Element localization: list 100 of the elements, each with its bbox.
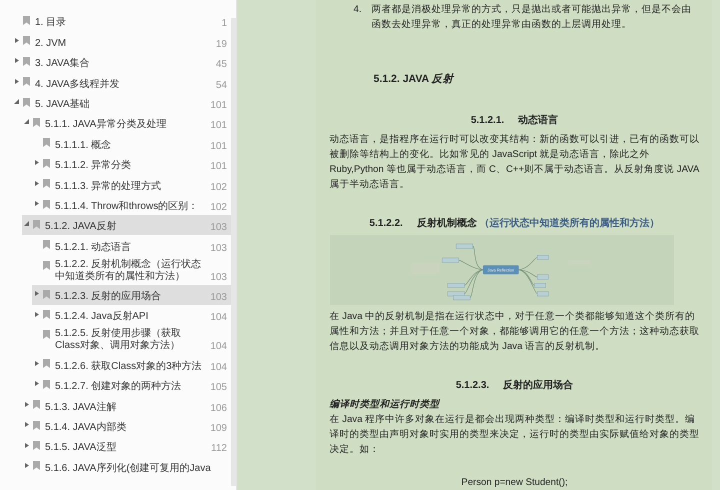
heading-title: 反射的应用场合	[503, 380, 574, 391]
bookmark-item[interactable]: 5.1.2.7. 创建对象的两种方法 105	[0, 374, 231, 396]
collapsed-arrow-icon[interactable]	[24, 442, 29, 448]
page-number: 109	[209, 423, 227, 434]
bookmark-item[interactable]: 3. JAVA集合 45	[0, 52, 231, 72]
expanded-arrow-icon[interactable]	[24, 119, 29, 124]
bookmark-title: 5.1.1.4. Throw和throws的区别：	[55, 200, 200, 213]
bookmark-item[interactable]: 4. JAVA多线程并发 54	[0, 72, 231, 93]
page-number: 19	[214, 38, 227, 50]
bookmark-item[interactable]: 5.1.4. JAVA内部类 109	[0, 416, 231, 436]
bookmark-icon	[23, 98, 30, 107]
bookmark-item[interactable]: 1. 目录 1	[0, 11, 231, 32]
bookmark-item[interactable]: 5.1.6. JAVA序列化(创建可复用的Java	[0, 456, 231, 477]
bookmark-item[interactable]: 2. JVM 19	[0, 31, 231, 52]
list-number: 4.	[354, 3, 362, 17]
bookmark-title: 5.1.1.2. 异常分类	[55, 160, 132, 172]
heading-title: 反射机制概念	[416, 218, 477, 229]
bookmark-icon	[33, 441, 40, 450]
bookmark-item[interactable]: 5.1.1.4. Throw和throws的区别： 102	[0, 194, 231, 215]
collapsed-arrow-icon[interactable]	[24, 462, 29, 468]
bookmark-icon	[23, 16, 30, 25]
bookmark-title: 3. JAVA集合	[35, 58, 91, 70]
bookmark-title: 5.1.2.6. 获取Class对象的3种方法	[55, 360, 203, 373]
bookmark-item[interactable]: 5.1.5. JAVA泛型 112	[0, 436, 231, 456]
page-number: 103	[209, 242, 227, 254]
bookmark-title: 5.1.1. JAVA异常分类及处理	[45, 119, 168, 132]
bookmark-title: 5.1.2.5. 反射使用步骤（获取Class对象、调用对象方法）	[55, 328, 182, 352]
bookmark-item[interactable]: 5.1.2.1. 动态语言 103	[0, 235, 231, 256]
page-number: 45	[214, 59, 227, 70]
collapsed-arrow-icon[interactable]	[34, 381, 39, 386]
bookmark-title: 5.1.4. JAVA内部类	[45, 422, 128, 434]
list-text: 两者都是消极处理异常的方式，只是抛出或者可能抛出异常，但是不会由函数去处理异常，真正的处理异常由函数的上层调用处理。	[372, 3, 693, 32]
bookmark-icon	[43, 359, 50, 368]
bookmark-icon	[43, 310, 50, 320]
bookmark-icon	[23, 36, 30, 46]
bookmark-icon	[33, 420, 40, 430]
heading-number: 5.1.2.2.	[369, 217, 403, 231]
bookmark-item[interactable]: 5.1.1.3. 异常的处理方式 102	[0, 174, 231, 195]
bookmark-title: 5.1.1.3. 异常的处理方式	[55, 180, 162, 193]
page-number: 1	[220, 18, 227, 30]
bookmark-icon	[43, 290, 50, 299]
bookmark-title: 5.1.2. JAVA反射	[45, 221, 118, 234]
bookmark-title: 5.1.3. JAVA注解	[45, 402, 118, 414]
scrollbar[interactable]	[231, 18, 236, 486]
collapsed-arrow-icon[interactable]	[34, 201, 39, 206]
collapsed-arrow-icon[interactable]	[14, 58, 19, 64]
page-number: 101	[209, 100, 227, 111]
collapsed-arrow-icon[interactable]	[34, 180, 39, 186]
expanded-arrow-icon[interactable]	[24, 221, 29, 226]
collapsed-arrow-icon[interactable]	[34, 312, 39, 317]
collapsed-arrow-icon[interactable]	[34, 160, 39, 166]
page-number: 112	[210, 443, 227, 454]
bookmark-icon	[33, 220, 40, 229]
page-number: 103	[209, 272, 227, 283]
bookmark-icon	[43, 260, 50, 270]
page-number: 104	[209, 341, 227, 352]
bookmark-icon	[43, 200, 50, 209]
paragraph: 动态语言，是指程序在运行时可以改变其结构：新的函数可以引进，已有的函数可以被删除等结构上的变化。比如常见的 JavaScript 就是动态语言，除此之外 Ruby,Python 等也属于动态语言，而 C、C++则不属于动态语言。从反射角度说 JAVA 属于半动态语言。	[330, 133, 700, 192]
bookmark-item[interactable]: 5.1.3. JAVA注解 106	[0, 395, 231, 416]
collapsed-arrow-icon[interactable]	[34, 291, 39, 296]
page-number: 54	[214, 80, 227, 91]
subheading: 编译时类型和运行时类型	[330, 398, 441, 412]
bookmark-title: 4. JAVA多线程并发	[35, 78, 121, 91]
bookmark-item[interactable]: 5.1.2.2. 反射机制概念（运行状态中知道类所有的属性和方法） 103	[0, 256, 231, 285]
bookmark-title: 5.1.1.1. 概念	[55, 140, 112, 152]
page-number: 101	[209, 161, 227, 172]
page-number: 104	[209, 312, 227, 324]
collapsed-arrow-icon[interactable]	[14, 78, 19, 84]
bookmark-item[interactable]: 5.1.2.6. 获取Class对象的3种方法 104	[0, 354, 231, 375]
collapsed-arrow-icon[interactable]	[14, 38, 19, 43]
bookmark-icon	[33, 461, 40, 470]
bookmark-title: 5.1.2.7. 创建对象的两种方法	[55, 381, 182, 394]
bookmark-item[interactable]: 5.1.1.1. 概念 101	[0, 133, 231, 154]
expanded-arrow-icon[interactable]	[14, 99, 19, 104]
bookmark-item[interactable]: 5.1.2.3. 反射的应用场合 103	[32, 284, 231, 306]
collapsed-arrow-icon[interactable]	[34, 360, 39, 366]
bookmark-item[interactable]: 5.1.2.4. Java反射API 104	[0, 305, 231, 326]
heading-number: 5.1.2.3.	[456, 379, 490, 393]
page-number: 101	[209, 120, 227, 132]
bookmark-item[interactable]: 5. JAVA基础 101	[0, 92, 231, 113]
bookmark-title: 5. JAVA基础	[35, 98, 91, 111]
bookmark-item[interactable]: 5.1.2. JAVA反射 103	[22, 214, 231, 236]
bookmark-title: 5.1.2.1. 动态语言	[55, 242, 132, 254]
page-number: 101	[209, 140, 227, 152]
bookmark-icon	[43, 330, 50, 340]
bookmark-item[interactable]: 5.1.2.5. 反射使用步骤（获取Class对象、调用对象方法） 104	[0, 325, 231, 354]
bookmark-title: 5.1.2.4. Java反射API	[55, 311, 150, 324]
page-number: 103	[209, 222, 227, 234]
section-heading: 5.1.2. JAVA 反射	[372, 72, 456, 87]
bookmark-icon	[43, 179, 50, 188]
paragraph: 在 Java 中的反射机制是指在运行状态中，对于任意一个类都能够知道这个类所有的属性和方法；并且对于任意一个对象，都能够调用它的任意一个方法；这种动态获取信息以及动态调用对象方法的功能成为 Java 语言的反射机制。	[330, 310, 700, 354]
collapsed-arrow-icon[interactable]	[24, 422, 29, 428]
bookmark-title: 5.1.6. JAVA序列化(创建可复用的Java	[45, 462, 212, 475]
page-number: 103	[209, 292, 227, 304]
bookmark-icon	[43, 240, 50, 250]
bookmark-icon	[43, 380, 50, 389]
collapsed-arrow-icon[interactable]	[24, 402, 29, 407]
bookmark-item[interactable]: 5.1.1.2. 异常分类 101	[0, 154, 231, 174]
bookmark-icon	[43, 138, 50, 148]
bookmark-item[interactable]: 5.1.1. JAVA异常分类及处理 101	[0, 112, 231, 134]
